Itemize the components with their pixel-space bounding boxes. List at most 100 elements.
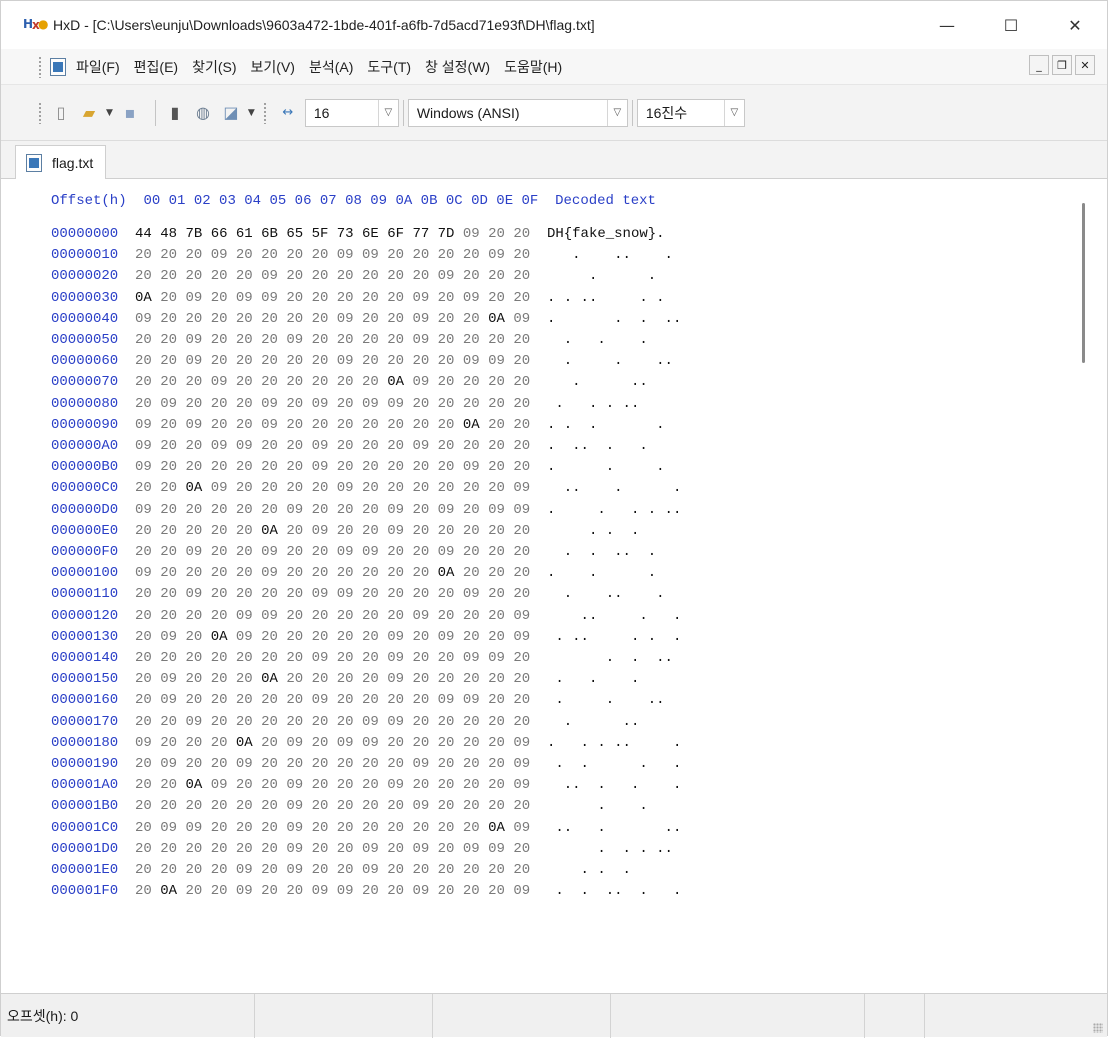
hex-byte[interactable]: 20 bbox=[211, 841, 228, 857]
hex-row[interactable]: 00000030 0A 20 09 20 09 09 20 20 20 20 2… bbox=[51, 288, 681, 309]
hex-byte[interactable]: 20 bbox=[488, 459, 505, 475]
hex-byte[interactable]: 20 bbox=[387, 862, 404, 878]
mdi-restore-button[interactable]: ❐ bbox=[1052, 55, 1072, 75]
hex-byte[interactable]: 20 bbox=[412, 671, 429, 687]
hex-byte[interactable]: 20 bbox=[412, 586, 429, 602]
hex-byte[interactable]: 20 bbox=[236, 353, 253, 369]
hex-byte[interactable]: 20 bbox=[236, 523, 253, 539]
hex-byte[interactable]: 20 bbox=[387, 480, 404, 496]
hex-byte[interactable]: 20 bbox=[211, 883, 228, 899]
hex-byte[interactable]: 20 bbox=[387, 290, 404, 306]
hex-byte[interactable]: 20 bbox=[513, 798, 530, 814]
hex-byte[interactable]: 20 bbox=[488, 565, 505, 581]
hex-byte[interactable]: 20 bbox=[211, 714, 228, 730]
hex-byte[interactable]: 20 bbox=[261, 714, 278, 730]
hex-byte[interactable]: 20 bbox=[135, 862, 152, 878]
hex-byte[interactable]: 09 bbox=[463, 650, 480, 666]
hex-byte[interactable]: 09 bbox=[488, 650, 505, 666]
hex-byte[interactable]: 20 bbox=[185, 374, 202, 390]
decoded-text[interactable]: . . . .. bbox=[547, 396, 681, 412]
hex-byte[interactable]: 20 bbox=[337, 798, 354, 814]
resize-grip-icon[interactable] bbox=[1093, 1023, 1103, 1033]
hex-byte[interactable]: 20 bbox=[185, 883, 202, 899]
hex-row[interactable]: 000001B0 20 20 20 20 20 20 09 20 20 20 2… bbox=[51, 796, 681, 817]
hex-byte[interactable]: 20 bbox=[412, 629, 429, 645]
hex-byte[interactable]: 09 bbox=[312, 883, 329, 899]
hex-byte[interactable]: 20 bbox=[337, 396, 354, 412]
hex-byte[interactable]: 20 bbox=[312, 862, 329, 878]
vertical-scrollbar[interactable] bbox=[1071, 179, 1097, 993]
hex-byte[interactable]: 20 bbox=[438, 671, 455, 687]
hex-byte[interactable]: 20 bbox=[286, 459, 303, 475]
hex-byte[interactable]: 20 bbox=[362, 586, 379, 602]
hex-byte[interactable]: 20 bbox=[387, 247, 404, 263]
hex-byte[interactable]: 20 bbox=[412, 735, 429, 751]
hex-byte[interactable]: 20 bbox=[387, 756, 404, 772]
hex-byte[interactable]: 20 bbox=[513, 714, 530, 730]
hex-byte[interactable]: 20 bbox=[337, 459, 354, 475]
hex-byte[interactable]: 09 bbox=[286, 820, 303, 836]
hex-byte[interactable]: 20 bbox=[387, 565, 404, 581]
hex-row[interactable]: 00000120 20 20 20 20 09 09 20 20 20 20 2… bbox=[51, 606, 681, 627]
hex-byte[interactable]: 09 bbox=[211, 480, 228, 496]
hex-byte[interactable]: 20 bbox=[135, 820, 152, 836]
hex-byte[interactable]: 20 bbox=[236, 502, 253, 518]
hex-byte[interactable]: 20 bbox=[488, 692, 505, 708]
hex-byte[interactable]: 09 bbox=[412, 756, 429, 772]
hex-byte[interactable]: 09 bbox=[160, 820, 177, 836]
hex-byte[interactable]: 20 bbox=[211, 650, 228, 666]
hex-byte[interactable]: 20 bbox=[160, 268, 177, 284]
hex-byte[interactable]: 0A bbox=[463, 417, 480, 433]
hex-byte[interactable]: 20 bbox=[236, 396, 253, 412]
hex-byte[interactable]: 20 bbox=[488, 714, 505, 730]
hex-byte[interactable]: 20 bbox=[513, 565, 530, 581]
hex-byte[interactable]: 09 bbox=[286, 332, 303, 348]
decoded-text[interactable]: . . .. . . bbox=[547, 290, 681, 306]
hex-byte[interactable]: 20 bbox=[488, 523, 505, 539]
hex-byte[interactable]: 09 bbox=[362, 714, 379, 730]
hex-byte[interactable]: 09 bbox=[261, 417, 278, 433]
hex-byte[interactable]: 09 bbox=[362, 247, 379, 263]
scrollbar-thumb[interactable] bbox=[1082, 203, 1085, 363]
hex-byte[interactable]: 20 bbox=[286, 650, 303, 666]
hex-byte[interactable]: 20 bbox=[463, 820, 480, 836]
hex-byte[interactable]: 20 bbox=[412, 417, 429, 433]
hex-byte[interactable]: 20 bbox=[236, 480, 253, 496]
hex-byte[interactable]: 09 bbox=[337, 353, 354, 369]
mdi-document-icon[interactable] bbox=[50, 57, 66, 76]
hex-byte[interactable]: 20 bbox=[261, 841, 278, 857]
hex-byte[interactable]: 20 bbox=[185, 459, 202, 475]
hex-byte[interactable]: 20 bbox=[261, 459, 278, 475]
hex-byte[interactable]: 20 bbox=[185, 502, 202, 518]
hex-byte[interactable]: 09 bbox=[362, 735, 379, 751]
hex-byte[interactable]: 09 bbox=[236, 862, 253, 878]
hex-byte[interactable]: 09 bbox=[337, 311, 354, 327]
hex-byte[interactable]: 09 bbox=[513, 735, 530, 751]
hex-byte[interactable]: 20 bbox=[211, 798, 228, 814]
hex-byte[interactable]: 20 bbox=[337, 417, 354, 433]
new-file-icon[interactable]: ▯ bbox=[50, 102, 72, 124]
decoded-text[interactable]: . .. bbox=[547, 714, 681, 730]
hex-byte[interactable]: 20 bbox=[261, 777, 278, 793]
hex-byte[interactable]: 20 bbox=[387, 438, 404, 454]
hex-byte[interactable]: 20 bbox=[211, 544, 228, 560]
hex-byte[interactable]: 09 bbox=[135, 438, 152, 454]
hex-byte[interactable]: 20 bbox=[236, 374, 253, 390]
image-dropdown-arrow-icon[interactable]: ▼ bbox=[248, 108, 255, 118]
hex-byte[interactable]: 20 bbox=[211, 523, 228, 539]
hex-byte[interactable]: 20 bbox=[286, 417, 303, 433]
hex-row[interactable]: 00000060 20 20 09 20 20 20 20 20 09 20 2… bbox=[51, 351, 681, 372]
hex-row[interactable]: 000001C0 20 09 09 20 20 20 09 20 20 20 2… bbox=[51, 818, 681, 839]
hex-byte[interactable]: 20 bbox=[261, 374, 278, 390]
hex-byte[interactable]: 09 bbox=[286, 862, 303, 878]
hex-byte[interactable]: 20 bbox=[362, 438, 379, 454]
encoding-select[interactable]: Windows (ANSI) ▽ bbox=[407, 98, 628, 127]
hex-byte[interactable]: 09 bbox=[488, 353, 505, 369]
hex-byte[interactable]: 20 bbox=[261, 692, 278, 708]
hex-byte[interactable]: 09 bbox=[387, 777, 404, 793]
hex-byte[interactable]: 20 bbox=[211, 586, 228, 602]
hex-byte[interactable]: 20 bbox=[513, 459, 530, 475]
hex-byte[interactable]: 44 bbox=[135, 226, 152, 242]
hex-byte[interactable]: 09 bbox=[236, 756, 253, 772]
hex-byte[interactable]: 20 bbox=[362, 565, 379, 581]
